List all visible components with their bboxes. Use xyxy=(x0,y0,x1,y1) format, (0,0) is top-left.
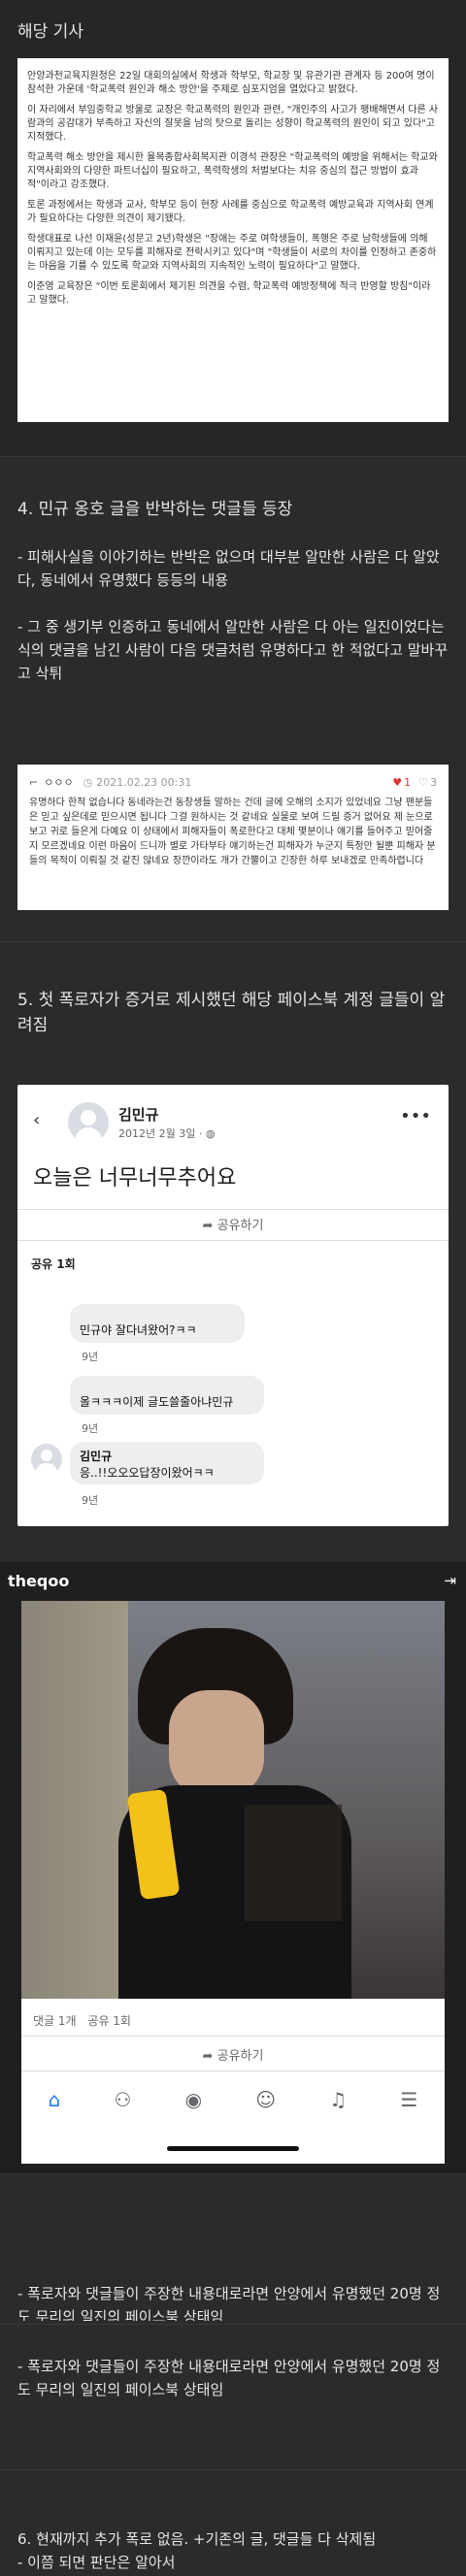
more-icon[interactable]: ••• xyxy=(400,1106,431,1126)
home-indicator xyxy=(167,2146,299,2151)
share-button[interactable]: ➦ 공유하기 xyxy=(21,2045,445,2064)
summary-section-1: - 폭로자와 댓글들이 주장한 내용대로라면 안양에서 유명했던 20명 정도 … xyxy=(0,2173,466,2324)
home-icon[interactable]: ⌂ xyxy=(49,2088,61,2111)
share-count: 공유 1회 xyxy=(31,1257,76,1271)
fb-post-text: 오늘은 너무너무추어요 xyxy=(33,1166,237,1190)
share-icon: ➦ xyxy=(202,1219,214,1233)
groups-icon[interactable]: ☺ xyxy=(255,2088,276,2111)
comment-text: 응..!!오오오답장이왔어ㅋㅋ xyxy=(80,1466,215,1480)
article-section: 해당 기사 안양과천교육지원청은 22일 대회의실에서 학생과 학부모, 학교장… xyxy=(0,0,466,456)
facebook-section: 5. 첫 폭로자가 증거로 제시했던 해당 페이스북 계정 글들이 알려짐 ‹ … xyxy=(0,941,466,1562)
menu-icon[interactable]: ☰ xyxy=(400,2088,417,2111)
share-label: 공유하기 xyxy=(216,1219,264,1233)
collapse-icon: ⌐ xyxy=(29,775,39,789)
downvote-count: 3 xyxy=(430,775,437,789)
thumbs-down-icon[interactable]: ♡ xyxy=(418,776,428,789)
fb-bottom-nav: ⌂ ⚇ ◉ ☺ ♫ ☰ xyxy=(21,2080,445,2119)
comment-date: 2021.02.23 00:31 xyxy=(96,775,192,789)
rebuttal-section: 4. 민규 옹호 글을 반박하는 댓글들 등장 - 피해사실을 이야기하는 반박… xyxy=(0,456,466,941)
article-paragraph: 토론 과정에서는 학생과 교사, 학부모 등이 현장 사례를 중심으로 학교폭력… xyxy=(27,200,434,224)
back-icon[interactable]: ‹ xyxy=(33,1110,40,1130)
comment-time: 9년 xyxy=(82,1494,99,1507)
rebuttal-heading: 4. 민규 옹호 글을 반박하는 댓글들 등장 xyxy=(17,500,293,519)
comment-count[interactable]: 댓글 1개 xyxy=(33,2014,77,2028)
theqoo-section: theqoo ⇥ 댓글 1개 공유 1회 ➦ 공유하기 ⌂ ⚇ ◉ ☺ ♫ ☰ xyxy=(0,1562,466,2173)
fb-post-card: ‹ 김민규 2012년 2월 3일 · ◍ ••• 오늘은 너무너무추어요 ➦ … xyxy=(17,1085,449,1526)
article-paragraph: 안양과천교육지원청은 22일 대회의실에서 학생과 학부모, 학교장 및 유관기… xyxy=(27,71,435,95)
article-paragraph: 학생대표로 나선 이재윤(성문고 2년)학생은 "장애는 주로 여학생들이, 폭… xyxy=(27,234,437,272)
comment-capture: ⌐ ㅇㅇㅇ ◷ 2021.02.23 00:31 ♥ 1 ♡ 3 유명하다 한적… xyxy=(17,765,449,910)
summary-section-2: - 폭로자와 댓글들이 주장한 내용대로라면 안양에서 유명했던 20명 정도 … xyxy=(0,2324,466,2469)
profile-photo xyxy=(21,1601,445,1999)
profile-icon[interactable]: ◉ xyxy=(185,2088,202,2111)
comment-time: 9년 xyxy=(82,1351,99,1363)
article-header: 해당 기사 xyxy=(17,22,83,42)
thumbs-up-icon[interactable]: ♥ xyxy=(392,776,402,789)
conclusion-section: 6. 현재까지 추가 폭로 없음. +기존의 글, 댓글들 다 삭제됨 - 이쯤… xyxy=(0,2469,466,2576)
share-label: 공유하기 xyxy=(216,2049,264,2064)
brand-logo: theqoo xyxy=(8,1572,70,1590)
comment-bubble: 민규야 잘다녀왔어?ㅋㅋ xyxy=(70,1304,245,1343)
friends-icon[interactable]: ⚇ xyxy=(114,2088,131,2111)
comment-author: ㅇㅇㅇ xyxy=(44,776,74,789)
article-paragraph: 학교폭력 해소 방안을 제시한 율목종합사회복지관 이경석 관장은 "학교폭력의… xyxy=(27,152,438,190)
share-button[interactable]: ➦ 공유하기 xyxy=(17,1215,449,1233)
share-count[interactable]: 공유 1회 xyxy=(87,2014,131,2028)
rebuttal-paragraph: - 피해사실을 이야기하는 반박은 없으며 대부분 알만한 사람은 다 알았다,… xyxy=(17,548,440,589)
rebuttal-paragraph: - 그 중 생기부 인증하고 동네에서 알만한 사람은 다 아는 일진이었다는 … xyxy=(17,618,449,682)
comment-time: 9년 xyxy=(82,1422,99,1435)
fb-author[interactable]: 김민규 xyxy=(118,1104,158,1125)
comment-text: 유명하다 한적 없습니다 동네라는건 동창생들 말하는 건데 글에 오해의 소지… xyxy=(29,798,436,866)
summary-text: - 폭로자와 댓글들이 주장한 내용대로라면 안양에서 유명했던 20명 정도 … xyxy=(17,2358,441,2398)
share-icon: ➦ xyxy=(202,2049,214,2064)
summary-text: - 폭로자와 댓글들이 주장한 내용대로라면 안양에서 유명했던 20명 정도 … xyxy=(17,2285,441,2321)
fb-date: 2012년 2월 3일 · xyxy=(118,1127,203,1140)
article-paragraph: 이준영 교육장은 "이번 토론회에서 제기된 의견을 수렴, 학교폭력 예방정책… xyxy=(27,281,431,306)
article-paragraph: 이 자리에서 부임중학교 방울로 교장은 학교폭력의 원인과 관련, "개인주의… xyxy=(27,105,439,143)
comment-bubble: 올ㅋㅋㅋ이제 글도쓸줄아냐민규 xyxy=(70,1376,264,1415)
clock-icon: ◷ xyxy=(83,775,93,789)
commenter-avatar xyxy=(31,1444,62,1475)
article-card: 안양과천교육지원청은 22일 대회의실에서 학생과 학부모, 학교장 및 유관기… xyxy=(17,58,449,422)
globe-icon: ◍ xyxy=(205,1127,216,1140)
comment-author[interactable]: 김민규 xyxy=(80,1448,254,1464)
facebook-heading: 5. 첫 폭로자가 증거로 제시했던 해당 페이스북 계정 글들이 알려짐 xyxy=(17,991,446,1035)
comment-bubble: 김민규 응..!!오오오답장이왔어ㅋㅋ xyxy=(70,1442,264,1484)
avatar xyxy=(68,1102,109,1143)
conclusion-text: - 이쯤 되면 판단은 알아서 xyxy=(17,2554,176,2571)
upvote-count: 1 xyxy=(404,775,412,789)
bell-icon[interactable]: ♫ xyxy=(329,2088,347,2111)
login-icon[interactable]: ⇥ xyxy=(444,1572,456,1589)
conclusion-heading: 6. 현재까지 추가 폭로 없음. +기존의 글, 댓글들 다 삭제됨 xyxy=(17,2530,377,2548)
